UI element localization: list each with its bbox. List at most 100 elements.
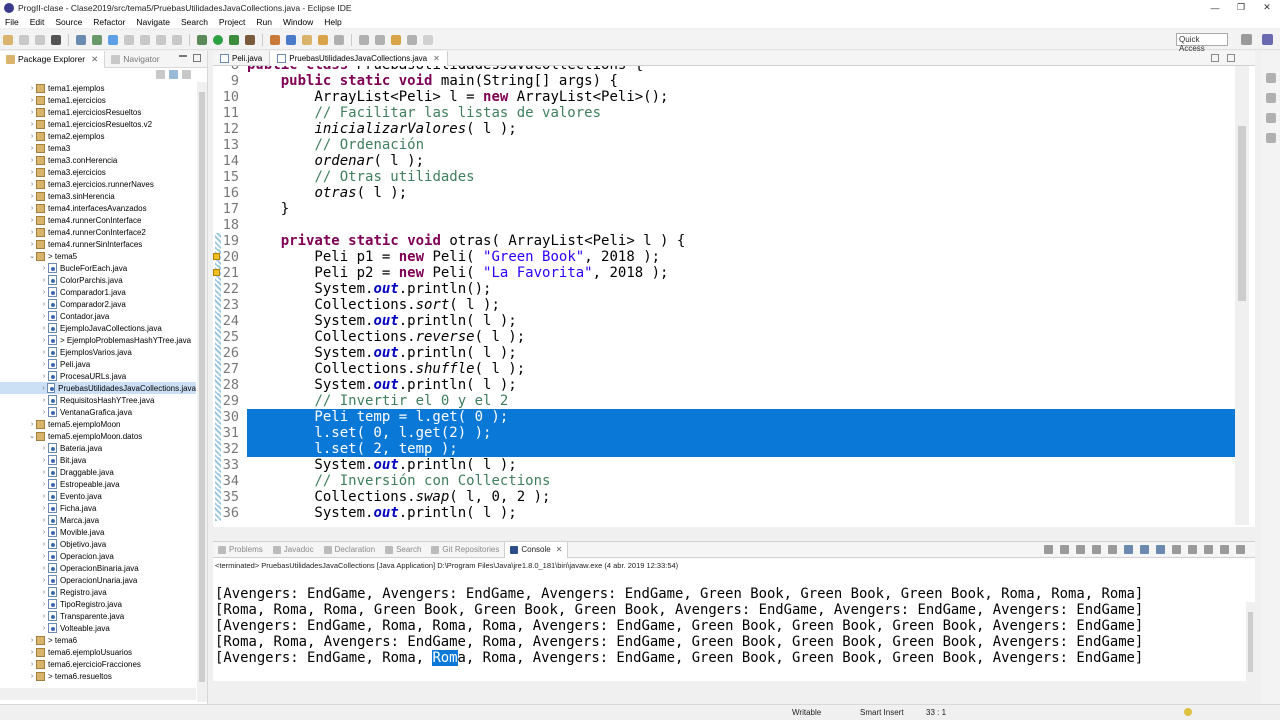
chevron-down-icon[interactable]: ⌄ — [28, 252, 36, 260]
show-on-stderr-icon[interactable] — [1156, 545, 1165, 554]
code-line[interactable]: 8 public class PruebasUtilidadesJavaColle… — [213, 66, 1235, 73]
editor-scrollbar[interactable] — [1235, 66, 1249, 525]
package-item[interactable]: › tema3.ejercicios — [0, 166, 196, 178]
menu-source[interactable]: Source — [50, 17, 88, 27]
chevron-right-icon[interactable]: › — [28, 97, 36, 104]
open-console-icon[interactable] — [1204, 545, 1213, 554]
menu-refactor[interactable]: Refactor — [88, 17, 131, 27]
chevron-right-icon[interactable]: › — [40, 361, 48, 368]
warning-icon[interactable] — [213, 253, 220, 260]
package-item[interactable]: › > tema6 — [0, 634, 196, 646]
console-output[interactable]: [Avengers: EndGame, Avengers: EndGame, A… — [215, 586, 1143, 666]
new-java-package-icon[interactable] — [270, 34, 280, 45]
pilcrow-icon[interactable] — [172, 34, 182, 45]
quick-access-field[interactable]: Quick Access — [1176, 33, 1228, 53]
menu-search[interactable]: Search — [176, 17, 214, 27]
warning-icon[interactable] — [213, 269, 220, 276]
java-file-item[interactable]: › RequisitosHashYTree.java — [0, 394, 196, 406]
java-file-item[interactable]: › Registro.java — [0, 586, 196, 598]
code-line[interactable]: 31 l.set( 0, l.get(2) ); — [213, 425, 1235, 441]
chevron-right-icon[interactable]: › — [40, 289, 48, 296]
java-file-item[interactable]: › > EjemploProblemasHashYTree.java — [0, 334, 196, 346]
code-line[interactable]: 16 otras( l ); — [213, 185, 1235, 201]
chevron-right-icon[interactable]: › — [28, 109, 36, 116]
code-line[interactable]: 19 private static void otras( ArrayList<… — [213, 233, 1235, 249]
skip-breakpoints-icon[interactable] — [76, 34, 86, 45]
java-file-item[interactable]: › Peli.java — [0, 358, 196, 370]
chevron-right-icon[interactable]: › — [28, 649, 36, 656]
next-annotation-icon[interactable] — [359, 34, 369, 45]
chevron-right-icon[interactable]: › — [40, 349, 48, 356]
explorer-horizontal-scrollbar[interactable] — [0, 688, 196, 700]
show-whitespace-icon[interactable] — [140, 34, 150, 45]
java-file-item[interactable]: › Bit.java — [0, 454, 196, 466]
java-file-item[interactable]: › TipoRegistro.java — [0, 598, 196, 610]
code-line[interactable]: 23 Collections.sort( l ); — [213, 297, 1235, 313]
chevron-right-icon[interactable]: › — [40, 469, 48, 476]
block-select-icon[interactable] — [124, 34, 134, 45]
explorer-scrollbar[interactable] — [197, 82, 207, 702]
chevron-right-icon[interactable]: › — [28, 421, 36, 428]
package-item[interactable]: › tema1.ejemplos — [0, 82, 196, 94]
java-file-item[interactable]: › Comparador2.java — [0, 298, 196, 310]
chevron-right-icon[interactable]: › — [40, 565, 48, 572]
new-java-class-icon[interactable] — [286, 34, 296, 45]
code-line[interactable]: 10 ArrayList<Peli> l = new ArrayList<Pel… — [213, 89, 1235, 105]
chevron-right-icon[interactable]: › — [40, 325, 48, 332]
open-perspective-icon[interactable] — [1241, 34, 1252, 45]
close-icon[interactable]: ✕ — [91, 54, 98, 65]
code-line[interactable]: 35 Collections.swap( l, 0, 2 ); — [213, 489, 1235, 505]
debug-icon[interactable] — [197, 34, 207, 45]
menu-run[interactable]: Run — [251, 17, 278, 27]
chevron-right-icon[interactable]: › — [40, 265, 48, 272]
code-line[interactable]: 32 l.set( 2, temp ); — [213, 441, 1235, 457]
code-line[interactable]: 22 System.out.println(); — [213, 281, 1235, 297]
editor-tab[interactable]: Peli.java — [213, 51, 271, 66]
problems-icon[interactable] — [1266, 133, 1276, 143]
chevron-right-icon[interactable]: › — [28, 169, 36, 176]
code-line[interactable]: 12 inicializarValores( l ); — [213, 121, 1235, 137]
code-line[interactable]: 28 System.out.println( l ); — [213, 377, 1235, 393]
java-file-item[interactable]: › Evento.java — [0, 490, 196, 502]
chevron-right-icon[interactable]: › — [40, 577, 48, 584]
code-line[interactable]: 17 } — [213, 201, 1235, 217]
java-file-item[interactable]: › Draggable.java — [0, 466, 196, 478]
terminate-icon[interactable] — [1044, 545, 1053, 554]
tab-javadoc[interactable]: Javadoc — [268, 542, 319, 558]
chevron-right-icon[interactable]: › — [28, 85, 36, 92]
debug-target-icon[interactable] — [51, 34, 61, 45]
run-icon[interactable] — [213, 34, 223, 45]
package-item[interactable]: › tema2.ejemplos — [0, 130, 196, 142]
save-all-icon[interactable] — [35, 34, 45, 45]
display-selected-console-icon[interactable] — [1188, 545, 1197, 554]
forward-icon[interactable] — [423, 34, 433, 45]
package-item[interactable]: › tema5.ejemploMoon — [0, 418, 196, 430]
chevron-right-icon[interactable]: › — [40, 409, 48, 416]
search-icon[interactable] — [334, 34, 344, 45]
chevron-right-icon[interactable]: › — [40, 277, 48, 284]
chevron-right-icon[interactable]: › — [28, 661, 36, 668]
chevron-right-icon[interactable]: › — [28, 673, 36, 680]
external-tools-icon[interactable] — [245, 34, 255, 45]
code-line[interactable]: 9 public static void main(String[] args)… — [213, 73, 1235, 89]
tab-git-repositories[interactable]: Git Repositories — [426, 542, 504, 558]
chevron-right-icon[interactable]: › — [28, 193, 36, 200]
clear-console-icon[interactable] — [1092, 545, 1101, 554]
chevron-right-icon[interactable]: › — [40, 505, 48, 512]
chevron-right-icon[interactable]: › — [40, 553, 48, 560]
maximize-view-icon[interactable] — [1236, 545, 1245, 554]
java-file-item[interactable]: › Estropeable.java — [0, 478, 196, 490]
java-file-item[interactable]: › Comparador1.java — [0, 286, 196, 298]
open-task-icon[interactable] — [318, 34, 328, 45]
package-item[interactable]: ⌄ > tema5 — [0, 250, 196, 262]
chevron-right-icon[interactable]: › — [40, 493, 48, 500]
java-file-item[interactable]: › ProcesaURLs.java — [0, 370, 196, 382]
menu-help[interactable]: Help — [319, 17, 347, 27]
remove-launch-icon[interactable] — [1060, 545, 1069, 554]
maximize-view-icon[interactable] — [193, 54, 201, 62]
scrollbar-thumb[interactable] — [1238, 126, 1246, 301]
chevron-down-icon[interactable]: ⌄ — [28, 432, 36, 440]
highlight-icon[interactable] — [108, 34, 118, 45]
maximize-editor-icon[interactable] — [1227, 54, 1235, 62]
package-item[interactable]: › tema1.ejerciciosResueltos.v2 — [0, 118, 196, 130]
